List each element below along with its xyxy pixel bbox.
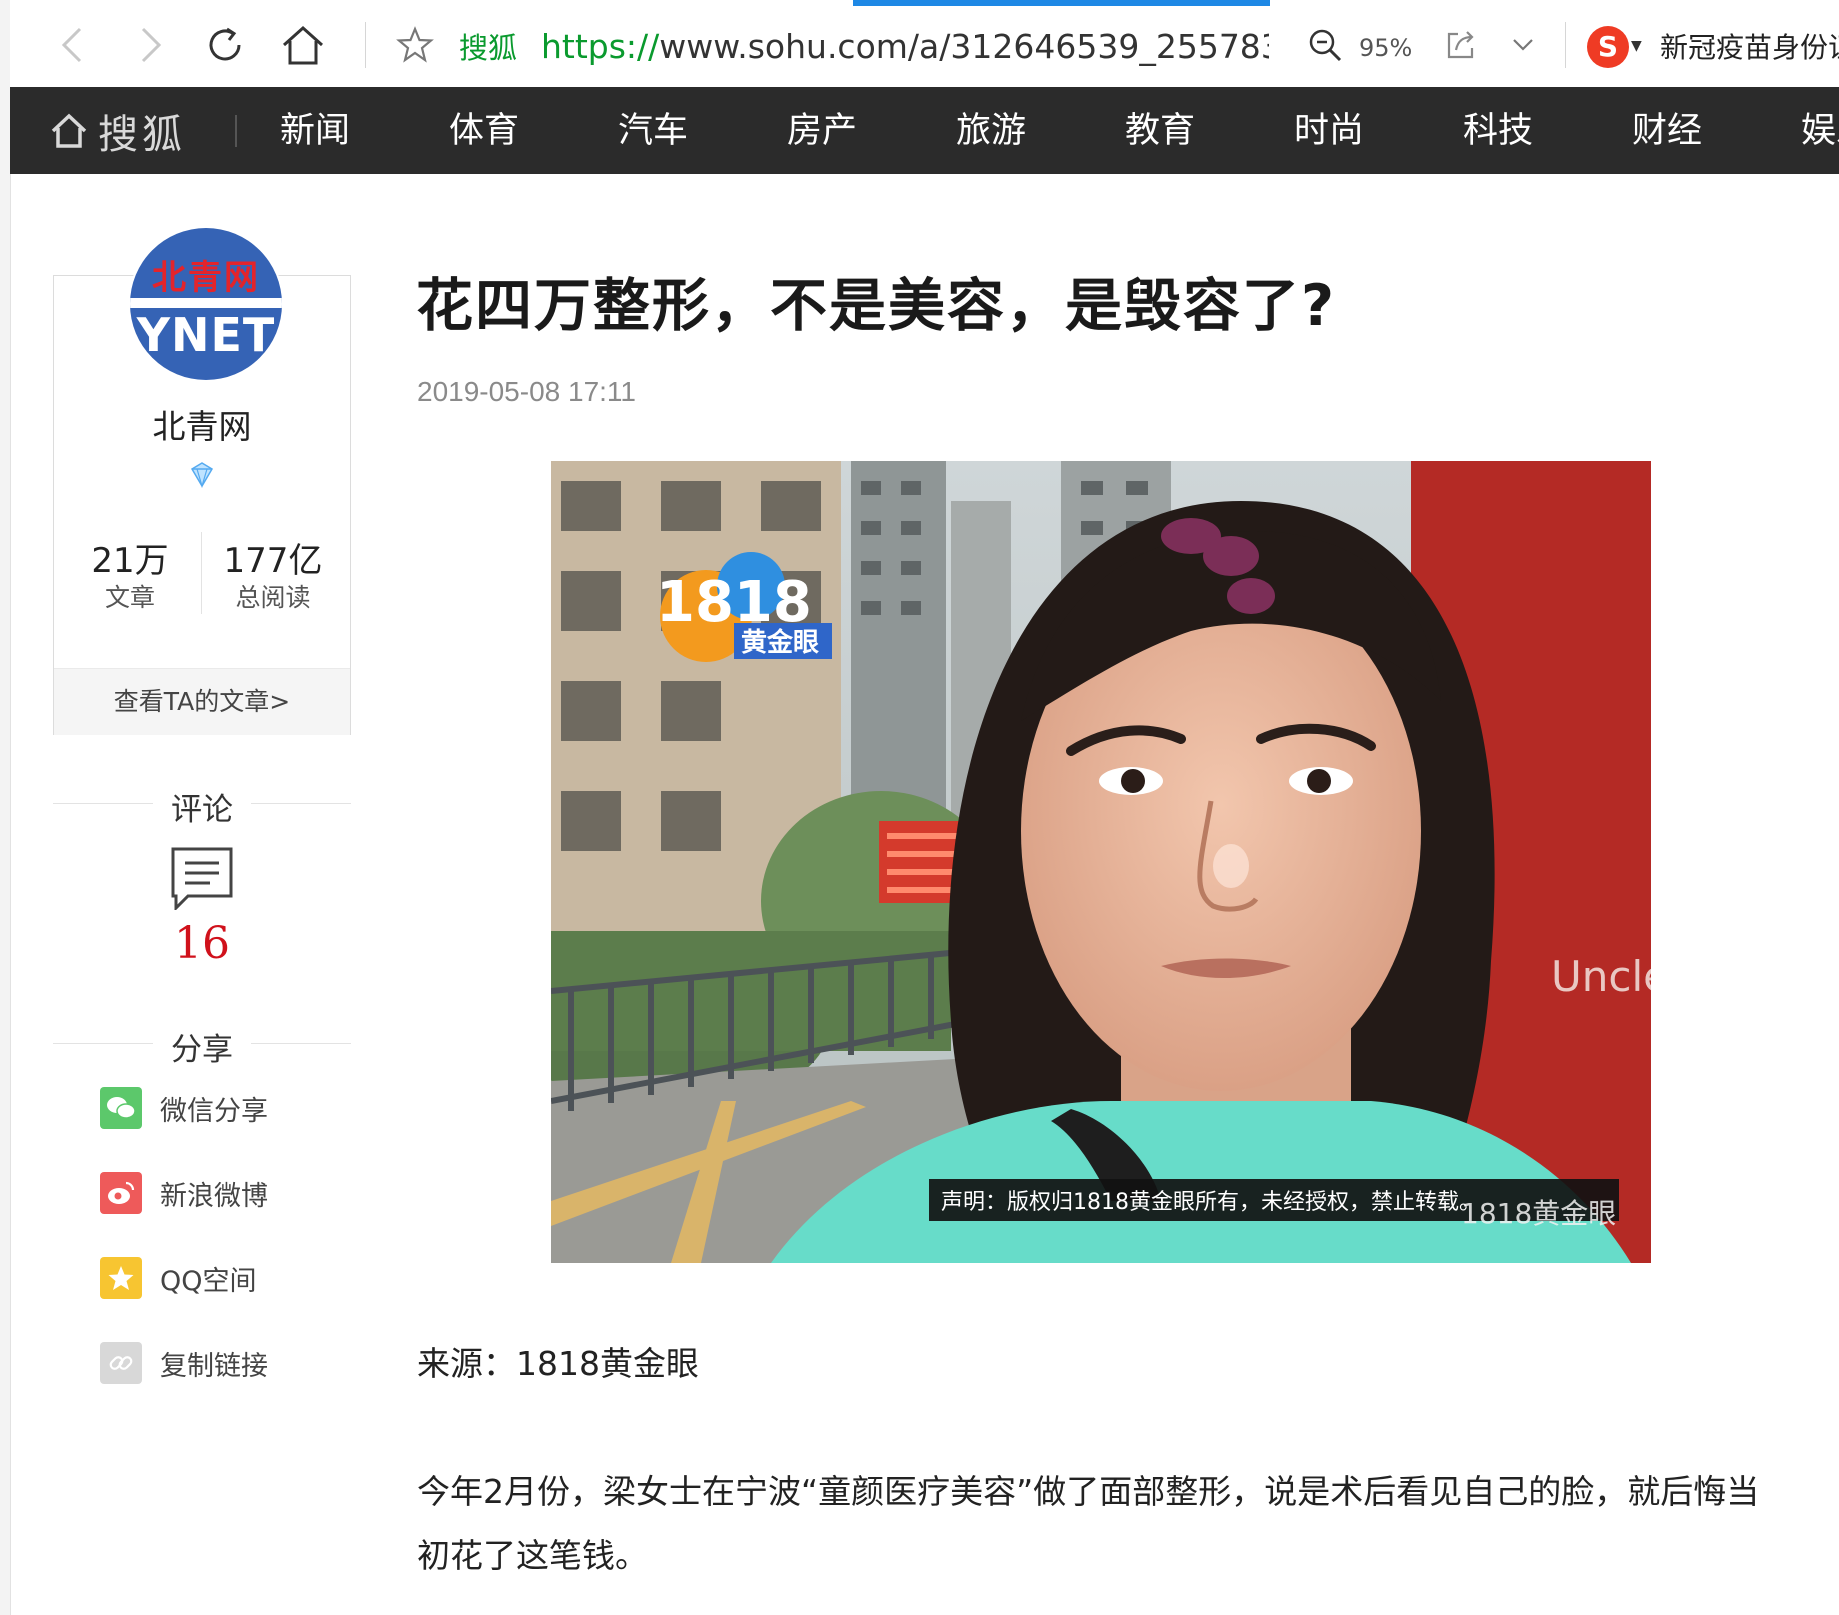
link-icon [100, 1342, 142, 1384]
article-source: 来源：1818黄金眼 [417, 1344, 699, 1383]
news-photo-illustration: Uncle 1818 黄金眼 声明：版权归1818黄金眼所有，未经授权，禁止转载… [551, 461, 1651, 1263]
home-icon [51, 113, 87, 148]
tv-logo-name: 黄金眼 [741, 627, 819, 658]
comment-count[interactable]: 16 [53, 918, 351, 969]
article-photo[interactable]: Uncle 1818 黄金眼 声明：版权归1818黄金眼所有，未经授权，禁止转载… [551, 461, 1651, 1263]
verified-badge-icon [190, 462, 214, 488]
chevron-down-icon[interactable] [1498, 20, 1548, 70]
nav-item-tech[interactable]: 科技 [1463, 107, 1533, 155]
sogou-search-icon[interactable]: S [1587, 26, 1629, 68]
browser-toolbar: 搜狐 https://www.sohu.com/a/312646539_2557… [10, 0, 1839, 88]
article-title: 花四万整形，不是美容，是毁容了? [416, 273, 1337, 339]
wechat-icon [100, 1087, 142, 1129]
avatar-text-top: 北青网 [152, 258, 260, 298]
articles-label: 文章 [104, 583, 155, 612]
url-path: www.sohu.com/a/312646539_255783?sec [659, 27, 1269, 66]
avatar-band [130, 298, 282, 308]
author-avatar[interactable]: 北青网 YNET [130, 228, 282, 380]
reads-count: 177亿 [223, 541, 323, 581]
weibo-icon [100, 1172, 142, 1214]
photo-sign-text: Uncle [1551, 952, 1651, 1001]
active-tab-indicator [853, 0, 1270, 6]
nav-item-finance[interactable]: 财经 [1632, 107, 1702, 155]
qzone-star-icon [100, 1257, 142, 1299]
article-body: 今年2月份，梁女士在宁波“童颜医疗美容”做了面部整形，说是术后看见自己的脸，就后… [417, 1460, 1767, 1588]
nav-item-news[interactable]: 新闻 [280, 107, 350, 155]
articles-count: 21万 [91, 541, 169, 581]
url-scheme: https:// [541, 27, 660, 66]
nav-item-entertainment[interactable]: 娱乐 [1801, 107, 1839, 155]
nav-item-education[interactable]: 教育 [1125, 107, 1195, 155]
zoom-icon[interactable] [1300, 20, 1350, 70]
zoom-level[interactable]: 95% [1359, 32, 1412, 64]
bookmark-star-icon[interactable] [390, 20, 440, 70]
share-wechat-label: 微信分享 [160, 1095, 268, 1127]
avatar-text-bottom: YNET [136, 308, 276, 362]
nav-separator [235, 115, 237, 147]
comment-icon[interactable] [170, 846, 234, 910]
author-name[interactable]: 北青网 [53, 400, 351, 448]
address-bar-url[interactable]: https://www.sohu.com/a/312646539_255783?… [541, 26, 1269, 68]
nav-item-sports[interactable]: 体育 [449, 107, 519, 155]
share-title: 分享 [171, 1032, 233, 1068]
share-copy-link-label: 复制链接 [160, 1350, 268, 1382]
toolbar-divider [1565, 22, 1566, 68]
share-weibo[interactable]: 新浪微博 [100, 1171, 268, 1215]
site-label: 搜狐 [459, 31, 518, 65]
article-paragraph: 今年2月份，梁女士在宁波“童颜医疗美容”做了面部整形，说是术后看见自己的脸，就后… [417, 1472, 1760, 1575]
comments-title: 评论 [171, 792, 233, 828]
reload-icon[interactable] [200, 20, 250, 70]
share-wechat[interactable]: 微信分享 [100, 1086, 268, 1130]
reads-label: 总阅读 [235, 583, 311, 612]
article-date: 2019-05-08 17:11 [417, 376, 636, 407]
nav-item-auto[interactable]: 汽车 [618, 107, 688, 155]
sohu-logo-text: 搜狐 [98, 112, 186, 158]
share-copy-link[interactable]: 复制链接 [100, 1341, 268, 1385]
forward-icon[interactable] [125, 20, 175, 70]
window-edge [0, 0, 11, 1615]
share-qzone[interactable]: QQ空间 [100, 1256, 257, 1300]
photo-watermark: 1818黄金眼 [1461, 1197, 1616, 1230]
stat-separator [201, 532, 202, 614]
share-page-icon[interactable] [1436, 20, 1486, 70]
photo-caption-bar: 声明：版权归1818黄金眼所有，未经授权，禁止转载。 [941, 1190, 1481, 1215]
share-qzone-label: QQ空间 [160, 1265, 257, 1297]
toolbar-divider [365, 22, 366, 68]
news-ticker[interactable]: 新冠疫苗身份证 [1660, 28, 1839, 68]
home-icon[interactable] [278, 20, 328, 70]
nav-item-fashion[interactable]: 时尚 [1294, 107, 1364, 155]
back-icon[interactable] [48, 20, 98, 70]
nav-item-realestate[interactable]: 房产 [787, 107, 857, 155]
view-author-articles-link[interactable]: 查看TA的文章> [54, 668, 350, 735]
site-nav-bar: 搜狐 新闻 体育 汽车 房产 旅游 教育 时尚 科技 财经 娱乐 [10, 87, 1839, 174]
share-weibo-label: 新浪微博 [160, 1180, 268, 1212]
search-engine-caret-icon[interactable]: ▼ [1631, 38, 1642, 54]
nav-item-travel[interactable]: 旅游 [956, 107, 1026, 155]
sohu-home-logo[interactable]: 搜狐 [50, 107, 186, 158]
